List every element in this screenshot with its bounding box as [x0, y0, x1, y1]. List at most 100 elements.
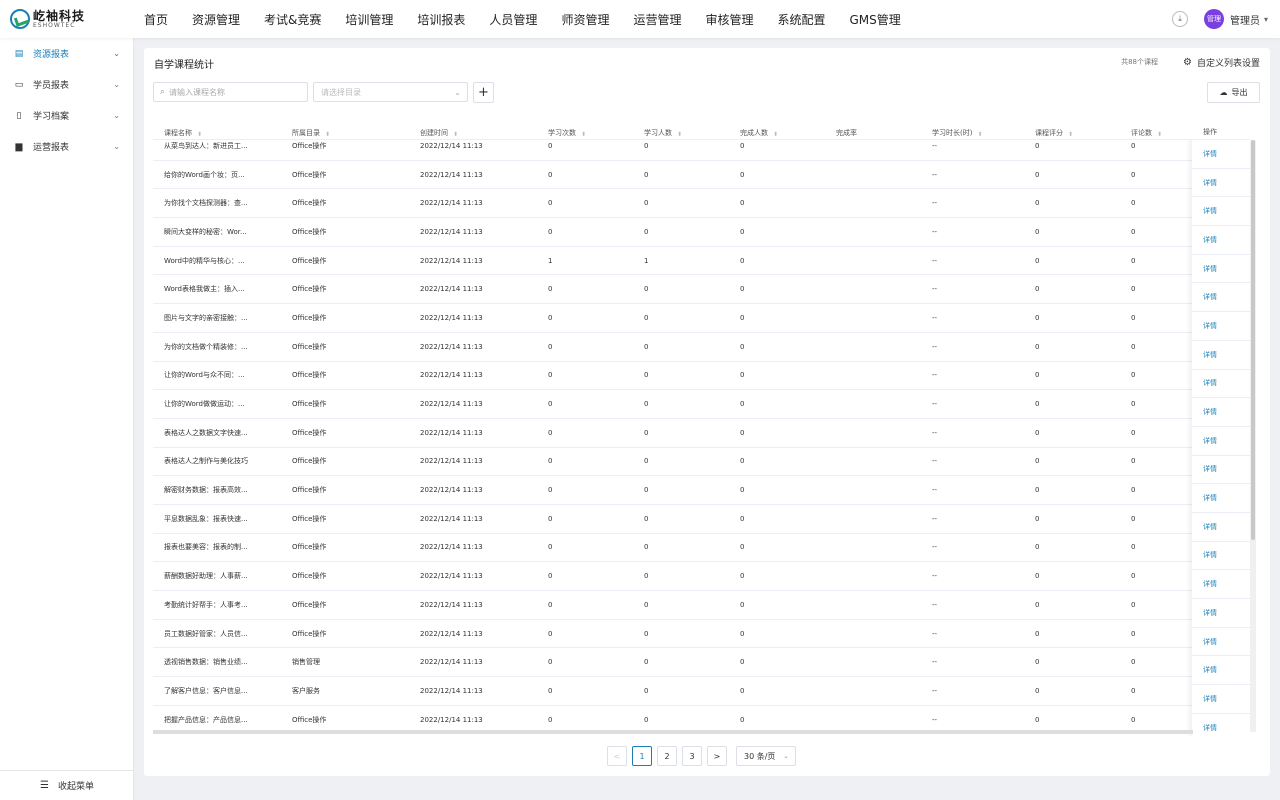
table-cell: Office操作 [292, 371, 327, 380]
user-name[interactable]: 管理员 [1230, 12, 1260, 27]
next-page-button[interactable]: > [707, 746, 727, 766]
page-button[interactable]: 2 [657, 746, 677, 766]
table-cell: 0 [548, 170, 553, 179]
nav-item[interactable]: 培训报表 [417, 11, 465, 28]
column-header[interactable]: 学习人数 ⬍ [633, 116, 729, 140]
table-cell: 给你的Word画个妆：页... [164, 170, 245, 179]
detail-link[interactable]: 详情 [1192, 341, 1250, 370]
column-header-label: 评论数 [1131, 129, 1152, 137]
report-card: 自学课程统计 共88个课程 ⚙ 自定义列表设置 ⌕ 请输入课程名称 请选择目录 … [144, 48, 1270, 776]
column-header[interactable]: 完成人数 ⬍ [729, 116, 825, 140]
sidebar-item[interactable]: ▆ 运营报表 ⌄ [0, 131, 133, 162]
detail-link[interactable]: 详情 [1192, 169, 1250, 198]
table-cell: 0 [740, 400, 745, 409]
nav-item[interactable]: 考试&竞赛 [264, 11, 321, 28]
detail-link[interactable]: 详情 [1192, 484, 1250, 513]
table-cell: 0 [644, 342, 649, 351]
sidebar-item[interactable]: ▭ 学员报表 ⌄ [0, 69, 133, 100]
document-icon: ▤ [14, 48, 24, 59]
chevron-down-icon: ⌄ [113, 80, 120, 89]
detail-link[interactable]: 详情 [1192, 599, 1250, 628]
table-cell: 0 [740, 486, 745, 495]
nav-item[interactable]: 资源管理 [192, 11, 240, 28]
avatar[interactable]: 管理 [1203, 9, 1224, 29]
nav-item[interactable]: 审核管理 [705, 11, 753, 28]
category-select[interactable]: 请选择目录 ⌄ [313, 82, 468, 102]
add-button[interactable]: + [473, 82, 494, 103]
detail-link[interactable]: 详情 [1192, 283, 1250, 313]
custom-columns-button[interactable]: ⚙ 自定义列表设置 [1183, 56, 1260, 69]
sort-icon[interactable]: ⬍ [581, 131, 586, 138]
table-cell: 0 [740, 543, 745, 552]
table-cell: 0 [1035, 514, 1040, 523]
download-icon[interactable]: ⤓ [1171, 11, 1188, 27]
page-button[interactable]: 1 [632, 746, 652, 766]
table-cell: 0 [1131, 400, 1136, 409]
table-cell: 0 [740, 227, 745, 236]
column-header[interactable]: 完成率 [825, 116, 921, 140]
sort-icon[interactable]: ⬍ [773, 131, 778, 138]
sidebar-item[interactable]: ▤ 资源报表 ⌄ [0, 38, 133, 69]
table-cell: 0 [548, 199, 553, 208]
vertical-scrollbar-thumb[interactable] [1251, 140, 1255, 540]
nav-item[interactable]: 师资管理 [561, 11, 609, 28]
detail-link[interactable]: 详情 [1192, 398, 1250, 427]
sort-icon[interactable]: ⬍ [1157, 131, 1162, 138]
detail-link[interactable]: 详情 [1192, 197, 1250, 227]
column-header[interactable]: 学习时长(时) ⬍ [921, 116, 1024, 140]
column-header[interactable]: 学习次数 ⬍ [537, 116, 633, 140]
nav-item[interactable]: 运营管理 [633, 11, 681, 28]
detail-link[interactable]: 详情 [1192, 542, 1250, 571]
detail-link[interactable]: 详情 [1192, 140, 1250, 169]
sort-icon[interactable]: ⬍ [197, 131, 202, 138]
sort-icon[interactable]: ⬍ [1068, 131, 1073, 138]
sort-icon[interactable]: ⬍ [453, 131, 458, 138]
table-row: Word表格我做主：插入... Office操作 2022/12/14 11:13 0… [153, 275, 1193, 305]
column-header[interactable]: 创建时间 ⬍ [409, 116, 537, 140]
sidebar-item[interactable]: ▯ 学习档案 ⌄ [0, 100, 133, 131]
chevron-down-icon[interactable]: ▾ [1264, 15, 1268, 24]
table-cell: 解密财务数据：报表高效... [164, 486, 248, 495]
export-button[interactable]: ☁ 导出 [1207, 82, 1260, 103]
table-cell: Office操作 [292, 543, 327, 552]
column-header[interactable]: 所属目录 ⬍ [281, 116, 409, 140]
column-header[interactable]: 评论数 ⬍ [1120, 116, 1193, 140]
detail-link[interactable]: 详情 [1192, 714, 1250, 736]
detail-link[interactable]: 详情 [1192, 226, 1250, 255]
detail-link[interactable]: 详情 [1192, 685, 1250, 714]
detail-link[interactable]: 详情 [1192, 513, 1250, 542]
table-cell: Office操作 [292, 170, 327, 179]
sort-icon[interactable]: ⬍ [325, 131, 330, 138]
detail-link[interactable]: 详情 [1192, 370, 1250, 399]
nav-item[interactable]: 首页 [144, 11, 168, 28]
detail-link[interactable]: 详情 [1192, 570, 1250, 599]
page-size-select[interactable]: 30 条/页 ⌄ [736, 746, 796, 766]
nav-item[interactable]: 人员管理 [489, 11, 537, 28]
column-header[interactable]: 课程评分 ⬍ [1024, 116, 1120, 140]
sort-icon[interactable]: ⬍ [977, 131, 982, 138]
page-button[interactable]: 3 [682, 746, 702, 766]
table-cell: 1 [548, 256, 553, 265]
brand-logo[interactable]: 屹袖科技 ESHOWTEC [0, 9, 140, 29]
detail-link[interactable]: 详情 [1192, 628, 1250, 657]
column-header-label: 学习人数 [644, 129, 672, 137]
nav-item[interactable]: GMS管理 [850, 11, 901, 28]
detail-link[interactable]: 详情 [1192, 456, 1250, 485]
table-cell: 让你的Word做做运动：... [164, 400, 245, 409]
table-cell: 0 [1131, 227, 1136, 236]
horizontal-scrollbar[interactable] [153, 730, 1193, 734]
detail-link[interactable]: 详情 [1192, 255, 1250, 284]
search-input[interactable]: ⌕ 请输入课程名称 [153, 82, 308, 102]
nav-item[interactable]: 系统配置 [777, 11, 825, 28]
sort-icon[interactable]: ⬍ [677, 131, 682, 138]
column-header[interactable]: 课程名称 ⬍ [153, 116, 281, 140]
detail-link[interactable]: 详情 [1192, 312, 1250, 341]
collapse-menu-button[interactable]: ☰ 收起菜单 [0, 770, 134, 800]
operation-column: 操作 详情 详情 详情 详情 详情 详情 详情 详情 详情 详情 详情 详情 详情 详情 详情 详情 详情 详情详… [1192, 116, 1250, 736]
detail-link[interactable]: 详情 [1192, 427, 1250, 456]
nav-item[interactable]: 培训管理 [345, 11, 393, 28]
page-title: 自学课程统计 [154, 60, 214, 71]
table-cell: 0 [740, 572, 745, 581]
detail-link[interactable]: 详情 [1192, 656, 1250, 686]
prev-page-button[interactable]: < [607, 746, 627, 766]
